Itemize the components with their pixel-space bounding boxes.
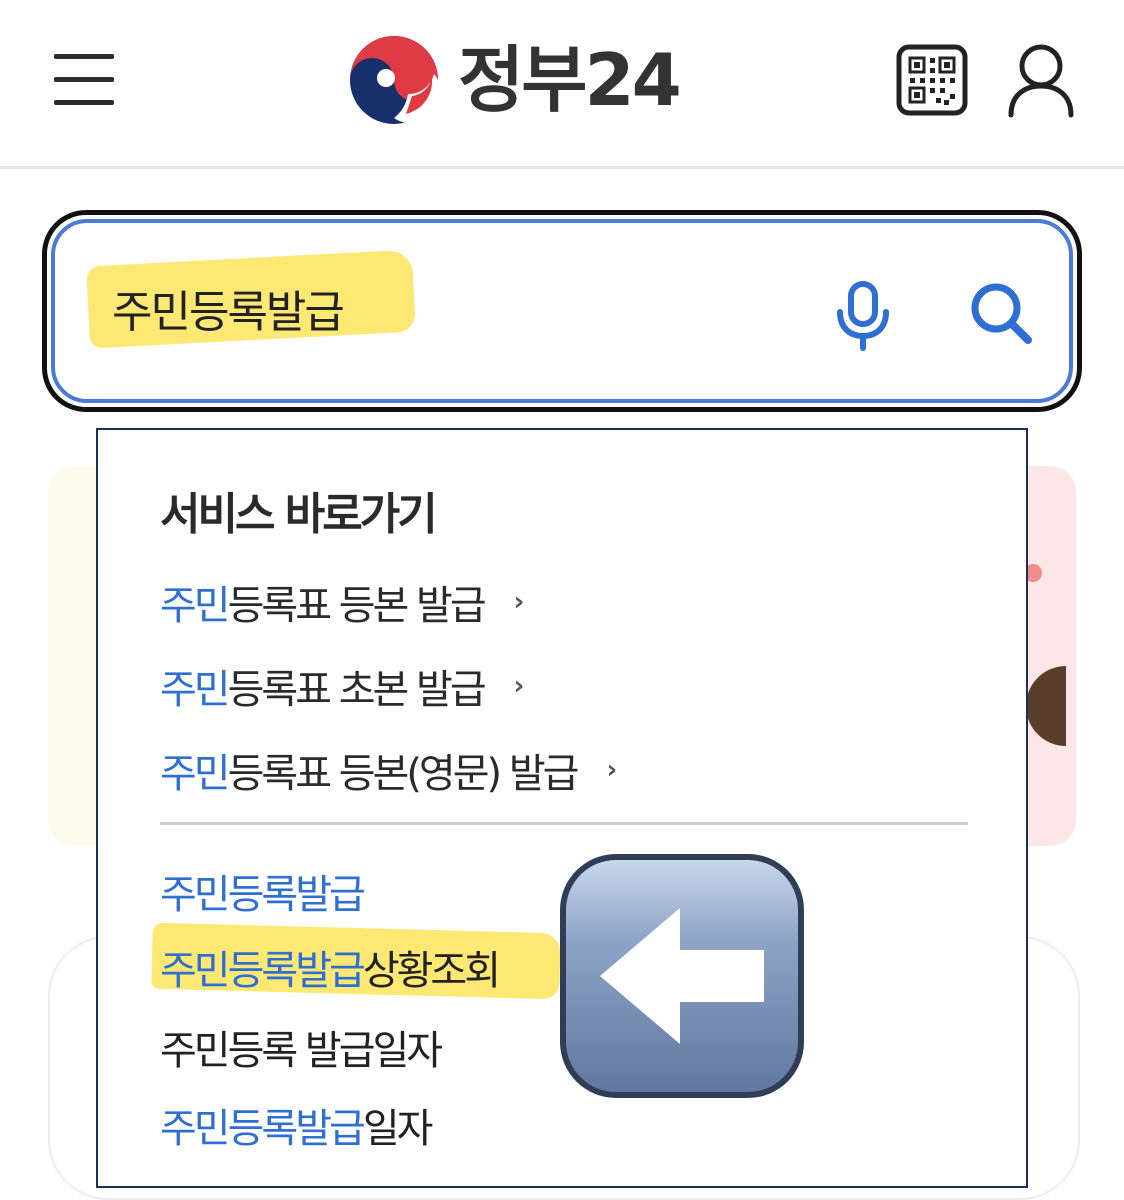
suggestion-item[interactable]: 주민등록발급일자 [160, 1102, 433, 1156]
taegeuk-logo-icon [350, 36, 440, 124]
suggestion-item[interactable]: 주민등록발급상황조회 [160, 944, 501, 998]
chevron-right-icon: › [513, 587, 525, 617]
chevron-right-icon: › [513, 671, 525, 701]
left-arrow-emoji-icon [556, 850, 808, 1102]
service-shortcut-heading: 서비스 바로가기 [160, 489, 438, 540]
user-icon[interactable] [1006, 42, 1076, 118]
service-link-resident-abstract[interactable]: 주민 등록표 초본 발급 › [160, 660, 525, 713]
hamburger-menu-icon[interactable] [54, 52, 116, 108]
suggestion-item[interactable]: 주민등록 발급일자 [160, 1024, 443, 1078]
gov24-logo[interactable]: 정부24 [348, 34, 682, 126]
suggestion-item[interactable]: 주민등록발급 [160, 868, 366, 922]
chevron-right-icon: › [606, 755, 617, 785]
divider [160, 822, 968, 825]
service-link-resident-copy-english[interactable]: 주민 등록표 등본(영문) 발급 › [160, 744, 617, 797]
search-icon[interactable] [968, 280, 1034, 346]
qr-code-icon[interactable] [896, 44, 968, 116]
microphone-icon[interactable] [832, 280, 894, 352]
service-link-resident-copy[interactable]: 주민 등록표 등본 발급 › [160, 576, 525, 629]
top-header: 정부24 [0, 0, 1124, 169]
search-input[interactable] [112, 276, 712, 340]
logo-text: 정부24 [458, 38, 682, 122]
